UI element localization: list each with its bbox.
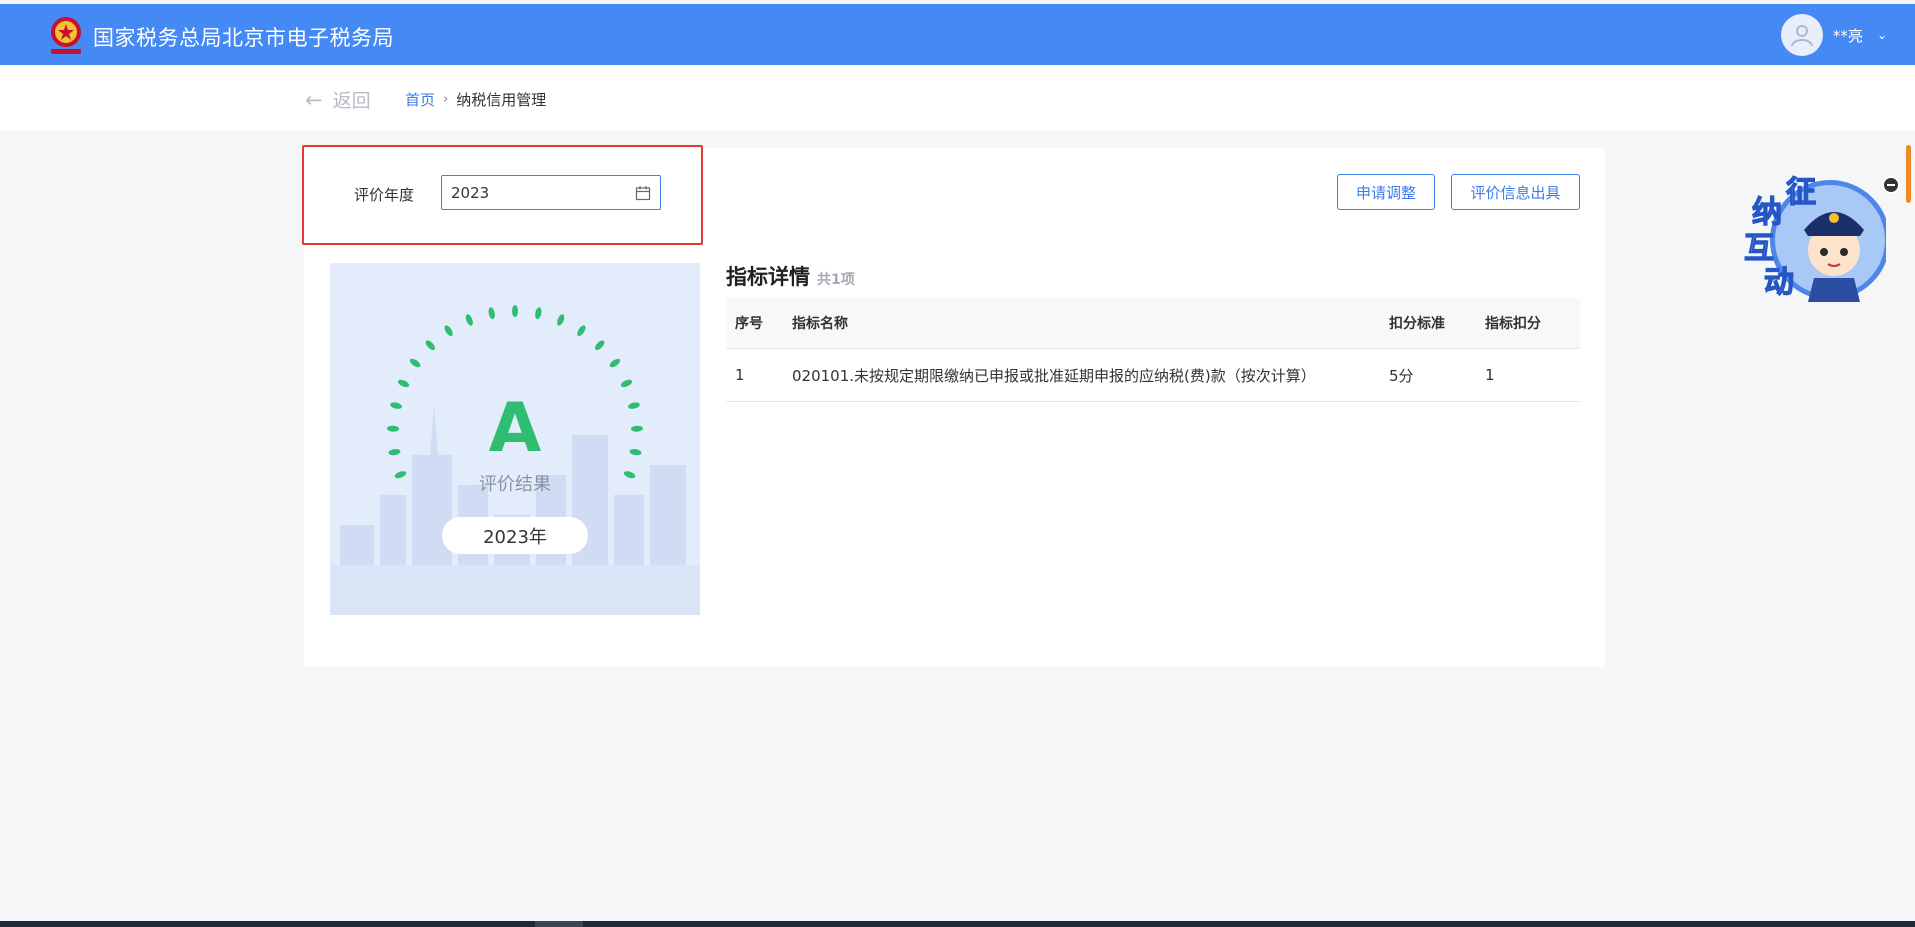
breadcrumb: 首页 › 纳税信用管理	[405, 89, 546, 110]
cell-index: 1	[735, 366, 745, 384]
mascot-char-3: 互	[1744, 231, 1774, 266]
issue-evaluation-info-button[interactable]: 评价信息出具	[1451, 174, 1580, 210]
table-row: 1 020101.未按规定期限缴纳已申报或批准延期申报的应纳税(费)款（按次计算…	[726, 349, 1580, 402]
ring-dot	[488, 307, 495, 320]
cell-deduction-standard: 5分	[1389, 366, 1414, 385]
minus-circle-icon[interactable]	[1882, 176, 1900, 194]
column-header-indicator-name: 指标名称	[792, 316, 848, 332]
column-header-indicator-deduction: 指标扣分	[1485, 316, 1541, 332]
ring-dot	[595, 340, 605, 350]
breadcrumb-current: 纳税信用管理	[456, 91, 547, 109]
tax-emblem-icon	[51, 17, 81, 54]
table-header-row: 序号 指标名称 扣分标准 指标扣分	[726, 298, 1580, 349]
year-picker-input[interactable]: 2023	[441, 175, 661, 210]
user-avatar-icon[interactable]	[1780, 14, 1823, 56]
breadcrumb-separator: ›	[443, 92, 449, 107]
taskbar-strip	[0, 921, 1915, 927]
calendar-icon[interactable]	[635, 185, 651, 201]
mascot-char-4: 动	[1764, 265, 1794, 300]
grade-letter: A	[488, 389, 542, 468]
apply-adjustment-button[interactable]: 申请调整	[1337, 174, 1435, 210]
year-filter-section: 评价年度 2023	[302, 145, 703, 245]
ring-dot	[535, 307, 542, 320]
back-label[interactable]: 返回	[333, 86, 371, 113]
ring-dot	[409, 358, 421, 368]
ring-dot	[577, 325, 586, 336]
breadcrumb-bar: ← 返回 首页 › 纳税信用管理	[0, 65, 1915, 130]
indicator-table: 序号 指标名称 扣分标准 指标扣分 1 020101.未按规定期限缴纳已申报或批…	[726, 298, 1580, 402]
mascot-char-1: 征	[1786, 175, 1816, 210]
grade-result-panel: A 评价结果 2023年	[330, 263, 700, 615]
cell-indicator-deduction: 1	[1485, 366, 1495, 384]
scrollbar-thumb[interactable]	[1906, 145, 1911, 203]
taskbar-tab[interactable]	[535, 921, 583, 927]
indicator-count: 共1项	[817, 272, 855, 288]
interaction-mascot-widget[interactable]: 征 纳 互 动	[1738, 168, 1886, 306]
ring-dot	[609, 358, 621, 368]
grade-year-badge: 2023年	[442, 517, 588, 554]
ring-dot	[397, 379, 410, 388]
ring-dot	[465, 314, 473, 326]
user-menu[interactable]: **亮 ⌄	[1780, 14, 1887, 56]
ring-dot	[512, 305, 518, 317]
year-value[interactable]: 2023	[451, 184, 635, 202]
column-header-index: 序号	[735, 316, 763, 332]
grade-subtitle: 评价结果	[479, 474, 551, 495]
ring-dot	[444, 325, 453, 336]
site-title: 国家税务总局北京市电子税务局	[93, 26, 394, 50]
back-button[interactable]: ← 返回	[305, 86, 371, 113]
top-header: 国家税务总局北京市电子税务局 **亮 ⌄	[0, 4, 1915, 65]
indicator-details-title: 指标详情	[726, 265, 810, 289]
arrow-left-icon[interactable]: ←	[305, 88, 323, 112]
breadcrumb-home-link[interactable]: 首页	[405, 89, 435, 110]
ring-dot	[557, 314, 565, 326]
user-name[interactable]: **亮	[1833, 25, 1863, 46]
chevron-down-icon[interactable]: ⌄	[1877, 28, 1887, 42]
indicator-details-header: 指标详情 共1项	[726, 261, 855, 291]
cell-indicator-name: 020101.未按规定期限缴纳已申报或批准延期申报的应纳税(费)款（按次计算）	[792, 366, 1316, 385]
ring-dot	[620, 379, 633, 388]
year-label: 评价年度	[354, 186, 415, 204]
ring-dot	[425, 340, 435, 350]
mascot-char-2: 纳	[1752, 195, 1782, 230]
column-header-deduction-standard: 扣分标准	[1389, 316, 1445, 332]
